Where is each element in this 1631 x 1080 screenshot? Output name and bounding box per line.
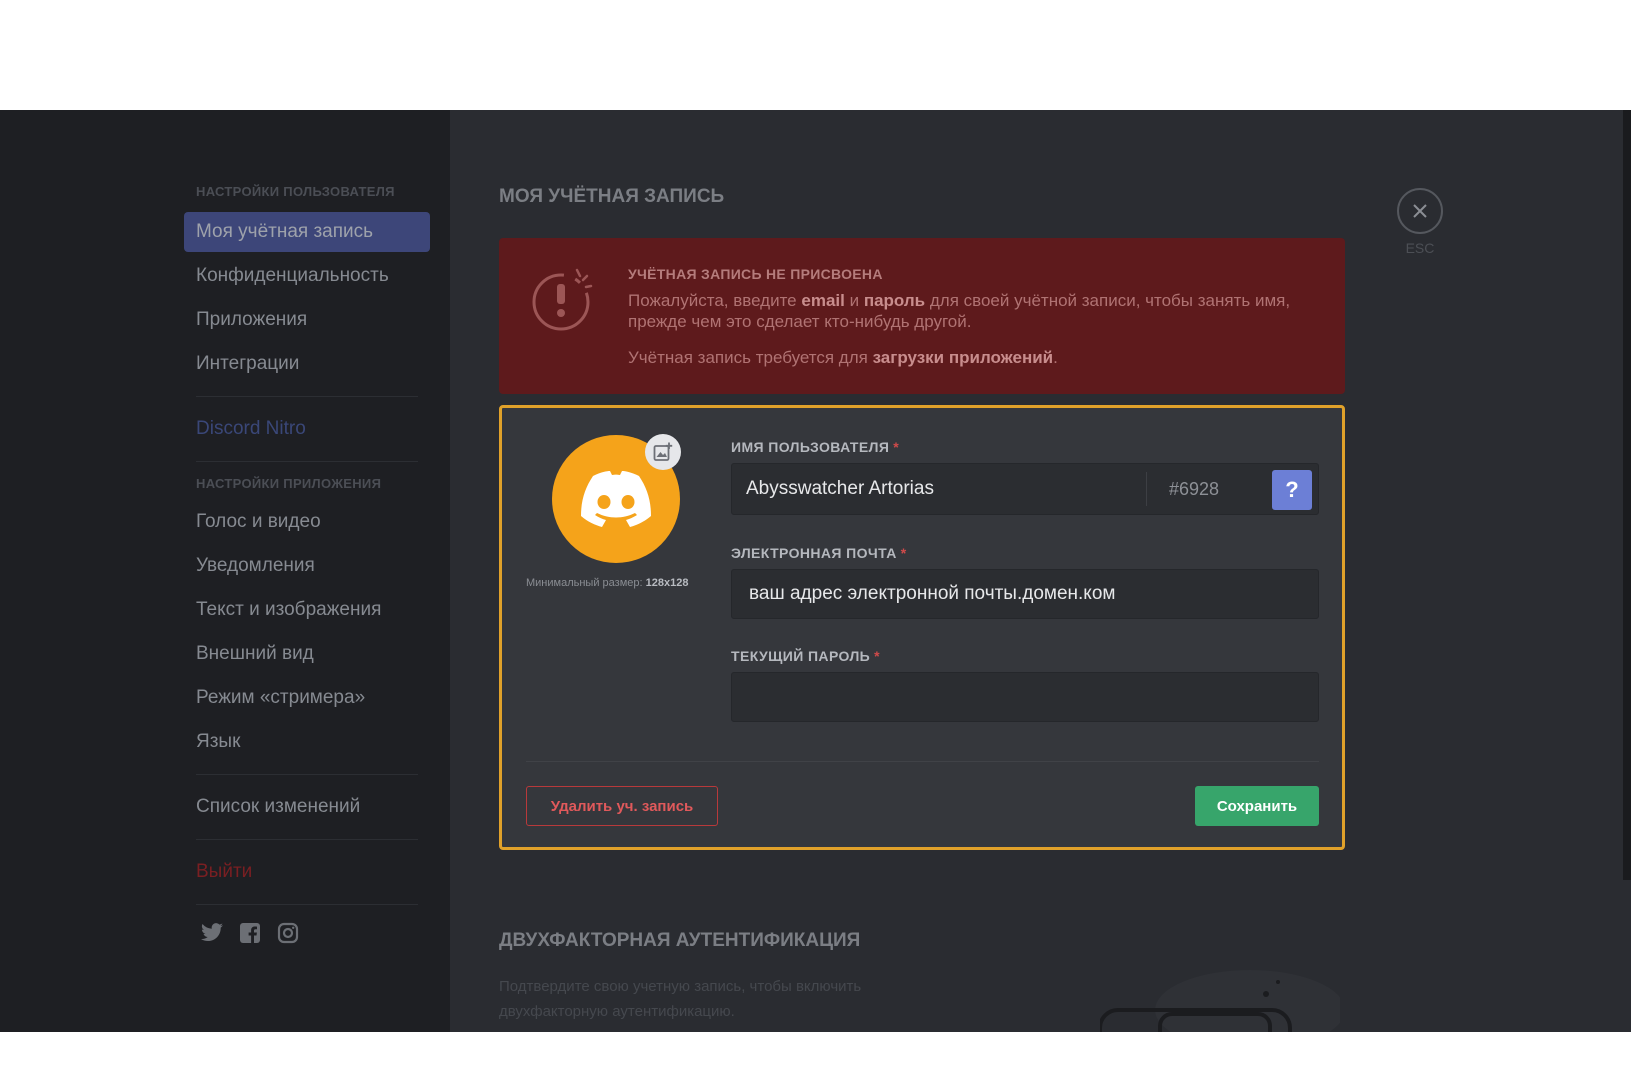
sidebar-item-my-account[interactable]: Моя учётная запись	[184, 212, 430, 252]
two-factor-illustration-icon	[1098, 950, 1345, 1032]
alert-title: УЧЁТНАЯ ЗАПИСЬ НЕ ПРИСВОЕНА	[628, 266, 883, 282]
sidebar-header-user-settings: НАСТРОЙКИ ПОЛЬЗОВАТЕЛЯ	[196, 184, 395, 199]
social-links	[184, 921, 430, 945]
password-field[interactable]	[731, 672, 1319, 722]
twitter-icon[interactable]	[200, 921, 224, 945]
username-field[interactable]: Abysswatcher Artorias #6928 ?	[731, 463, 1319, 515]
alert-requirement: Учётная запись требуется для загрузки пр…	[628, 348, 1058, 367]
settings-window: НАСТРОЙКИ ПОЛЬЗОВАТЕЛЯ Моя учётная запис…	[0, 110, 1631, 1032]
sidebar-item-privacy[interactable]: Конфиденциальность	[184, 256, 430, 296]
sidebar-item-appearance[interactable]: Внешний вид	[184, 634, 430, 674]
account-form-card: Минимальный размер: 128x128 ИМЯ ПОЛЬЗОВА…	[499, 405, 1345, 850]
sidebar-item-language[interactable]: Язык	[184, 722, 430, 762]
sidebar-item-nitro[interactable]: Discord Nitro	[184, 409, 430, 449]
sidebar-divider	[196, 904, 418, 905]
username-label: ИМЯ ПОЛЬЗОВАТЕЛЯ *	[731, 439, 900, 455]
discriminator: #6928	[1169, 479, 1220, 499]
sidebar-divider	[196, 774, 418, 775]
sidebar-divider	[196, 461, 418, 462]
esc-label: ESC	[1405, 240, 1435, 256]
discord-logo-icon	[581, 471, 651, 527]
email-value: ваш адрес электронной почты.домен.ком	[749, 583, 1116, 604]
close-control: ESC	[1397, 188, 1443, 256]
password-label: ТЕКУЩИЙ ПАРОЛЬ *	[731, 648, 880, 664]
close-button[interactable]	[1397, 188, 1443, 234]
avatar-size-hint: Минимальный размер: 128x128	[526, 577, 689, 589]
sidebar-divider	[196, 839, 418, 840]
two-factor-title: ДВУХФАКТОРНАЯ АУТЕНТИФИКАЦИЯ	[499, 930, 861, 951]
sidebar-item-changelog[interactable]: Список изменений	[184, 787, 430, 827]
two-factor-description: Подтвердите свою учетную запись, чтобы в…	[499, 978, 862, 1020]
sidebar-item-text-images[interactable]: Текст и изображения	[184, 590, 430, 630]
sidebar-item-applications[interactable]: Приложения	[184, 300, 430, 340]
sidebar-divider	[196, 396, 418, 397]
sidebar-item-notifications[interactable]: Уведомления	[184, 546, 430, 586]
username-value: Abysswatcher Artorias	[746, 478, 934, 499]
image-add-icon	[653, 442, 673, 461]
email-field[interactable]: ваш адрес электронной почты.домен.ком	[731, 569, 1319, 619]
email-label: ЭЛЕКТРОННАЯ ПОЧТА *	[731, 545, 907, 561]
username-help-button[interactable]: ?	[1272, 470, 1312, 510]
avatar-upload-button[interactable]	[645, 434, 681, 470]
instagram-icon[interactable]	[276, 921, 300, 945]
sidebar-item-integrations[interactable]: Интеграции	[184, 344, 430, 384]
unclaimed-account-alert: УЧЁТНАЯ ЗАПИСЬ НЕ ПРИСВОЕНА Пожалуйста, …	[499, 238, 1345, 394]
discriminator-divider	[1146, 472, 1147, 506]
close-icon	[1413, 204, 1427, 218]
sidebar-item-voice-video[interactable]: Голос и видео	[184, 502, 430, 542]
facebook-icon[interactable]	[238, 921, 262, 945]
sidebar-item-logout[interactable]: Выйти	[184, 852, 430, 892]
save-button[interactable]: Сохранить	[1195, 786, 1319, 826]
alert-exclamation-icon	[529, 260, 605, 341]
page-title: МОЯ УЧЁТНАЯ ЗАПИСЬ	[499, 186, 725, 207]
delete-account-button[interactable]: Удалить уч. запись	[526, 786, 718, 826]
sidebar-item-streamer-mode[interactable]: Режим «стримера»	[184, 678, 430, 718]
scrollbar[interactable]	[1623, 110, 1631, 880]
sidebar-header-app-settings: НАСТРОЙКИ ПРИЛОЖЕНИЯ	[196, 476, 382, 491]
settings-sidebar: НАСТРОЙКИ ПОЛЬЗОВАТЕЛЯ Моя учётная запис…	[184, 182, 430, 945]
alert-message: Пожалуйста, введите email и пароль для с…	[628, 291, 1291, 331]
form-divider	[526, 761, 1319, 762]
